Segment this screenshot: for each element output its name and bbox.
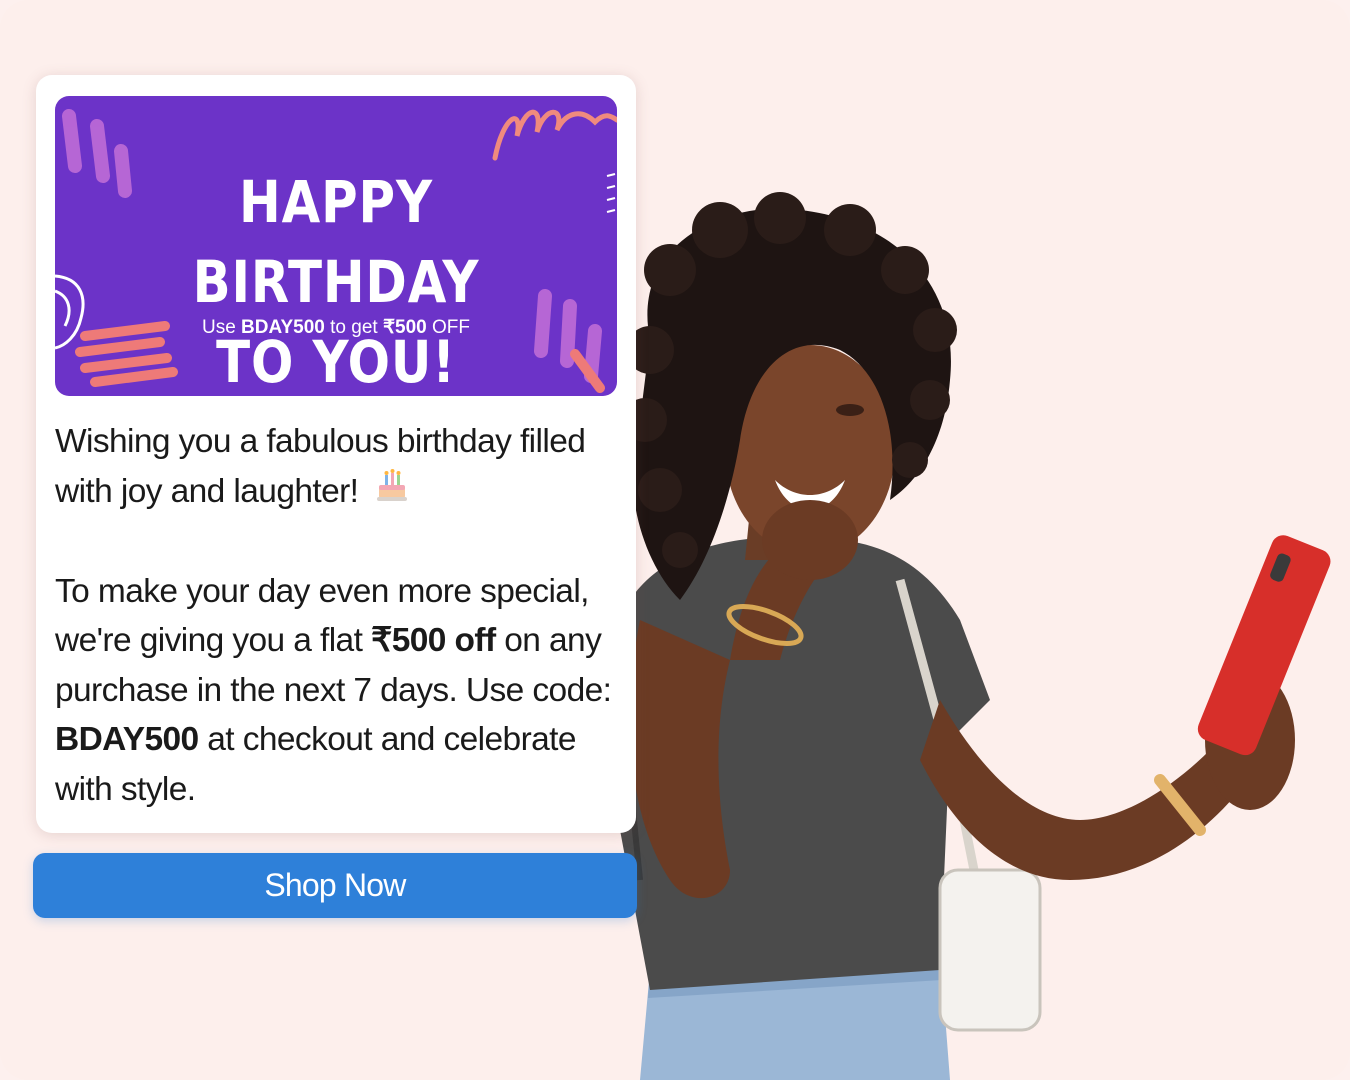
birthday-cake-icon bbox=[375, 467, 409, 518]
message-card: HAPPY BIRTHDAY TO YOU! Use BDAY500 to ge… bbox=[36, 75, 636, 833]
banner-title: HAPPY BIRTHDAY TO YOU! bbox=[192, 168, 480, 396]
greeting-paragraph: Wishing you a fabulous birthday filled w… bbox=[55, 417, 630, 518]
banner-promo-line: Use BDAY500 to get ₹500 OFF bbox=[201, 317, 471, 338]
shop-now-button[interactable]: Shop Now bbox=[33, 853, 637, 918]
banner-amount: ₹500 bbox=[382, 317, 427, 338]
woman-with-phone-photo bbox=[620, 192, 1331, 1080]
banner-code: BDAY500 bbox=[241, 317, 325, 338]
message-text: Wishing you a fabulous birthday filled w… bbox=[55, 417, 630, 814]
birthday-banner: HAPPY BIRTHDAY TO YOU! Use BDAY500 to ge… bbox=[55, 96, 617, 396]
offer-amount: ₹500 off bbox=[371, 622, 496, 660]
offer-code: BDAY500 bbox=[55, 721, 199, 759]
offer-paragraph: To make your day even more special, we'r… bbox=[55, 572, 612, 808]
